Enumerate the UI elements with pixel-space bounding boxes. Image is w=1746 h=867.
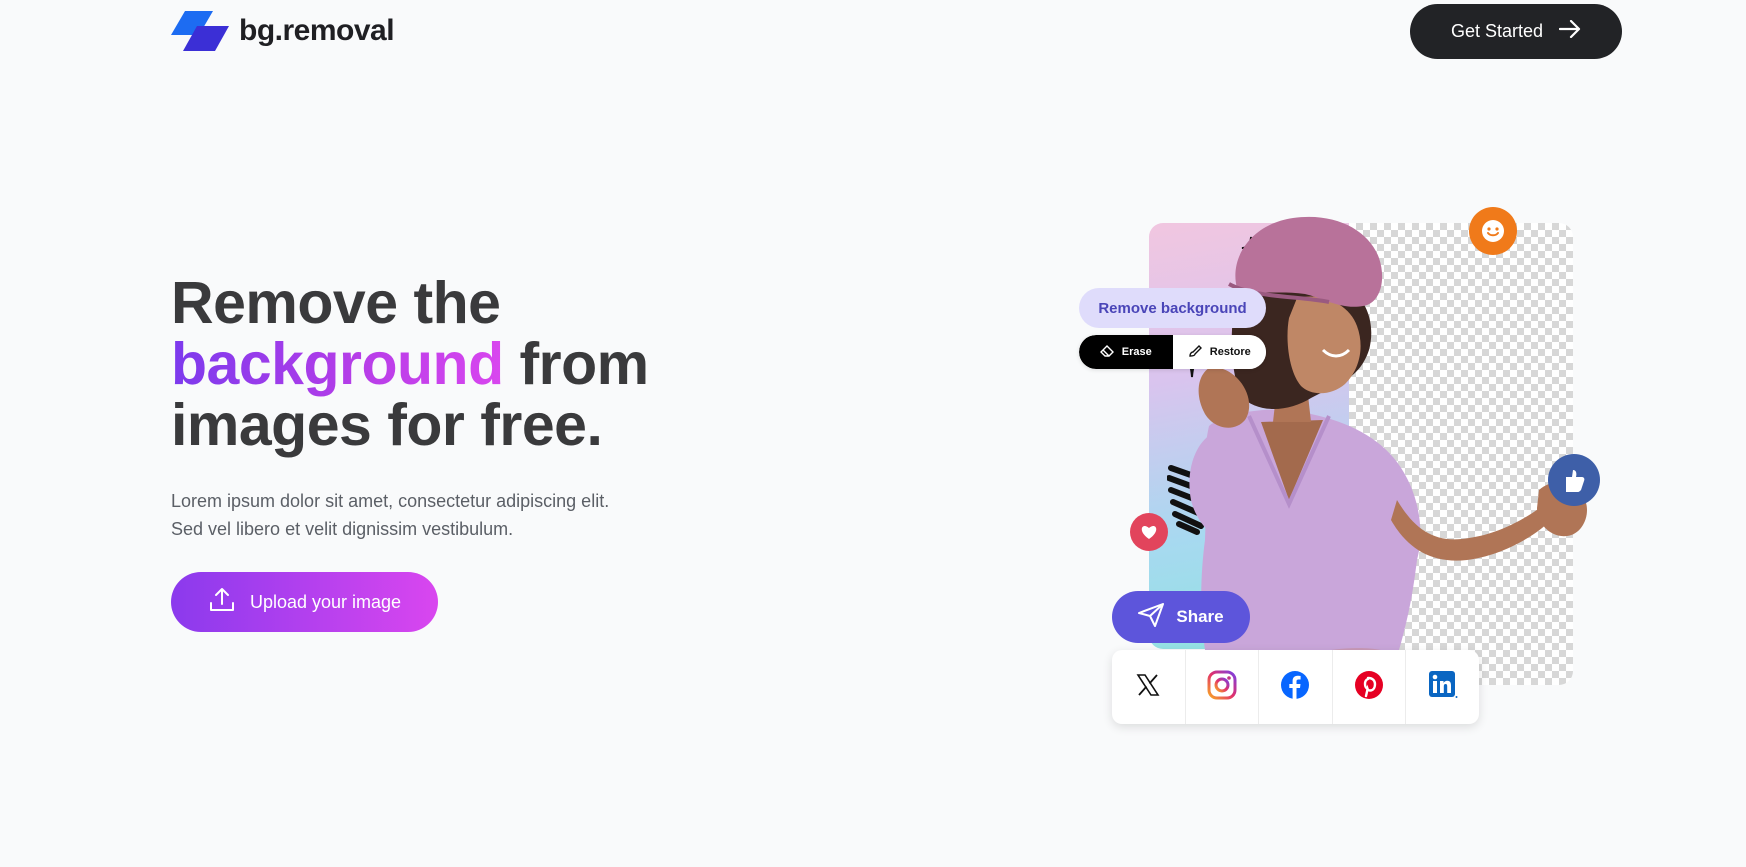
hero-desc-line2: Sed vel libero et velit dignissim vestib… [171, 519, 514, 539]
hero-title-line3: images for free. [171, 392, 603, 458]
logo[interactable]: bg.removal [171, 11, 395, 51]
restore-label: Restore [1209, 346, 1251, 358]
remove-background-button[interactable]: Remove background [1079, 288, 1266, 328]
brush-icon [1188, 344, 1202, 360]
share-facebook-button[interactable] [1259, 650, 1333, 724]
hero-title-line1: Remove the [171, 270, 501, 336]
thumbs-up-bubble-icon [1548, 454, 1600, 506]
social-share-bar [1112, 650, 1479, 724]
upload-icon [208, 586, 236, 619]
share-instagram-button[interactable] [1186, 650, 1260, 724]
erase-label: Erase [1121, 346, 1152, 358]
erase-button[interactable]: Erase [1079, 335, 1173, 369]
share-x-button[interactable] [1112, 650, 1186, 724]
upload-label: Upload your image [249, 591, 402, 612]
arrow-right-icon [1558, 19, 1581, 43]
share-linkedin-button[interactable] [1406, 650, 1479, 724]
share-button[interactable]: Share [1112, 591, 1250, 643]
share-label: Share [1176, 607, 1224, 626]
upload-image-button[interactable]: Upload your image [171, 572, 438, 632]
hero-title-line2: from [503, 331, 650, 397]
erase-restore-toggle: Erase Restore [1079, 335, 1266, 369]
heart-bubble-icon [1130, 513, 1168, 551]
share-pinterest-button[interactable] [1333, 650, 1407, 724]
logo-text: bg.removal [239, 14, 395, 47]
hero-desc-line1: Lorem ipsum dolor sit amet, consectetur … [171, 491, 610, 511]
eraser-icon [1099, 344, 1114, 360]
linkedin-icon [1428, 670, 1458, 705]
facebook-icon [1280, 670, 1310, 705]
get-started-label: Get Started [1450, 21, 1544, 41]
hero-title-highlight: background [171, 331, 504, 397]
smiley-bubble-icon [1469, 207, 1517, 255]
hero-description: Lorem ipsum dolor sit amet, consectetur … [171, 487, 691, 543]
pinterest-icon [1354, 670, 1384, 705]
paper-plane-icon [1138, 602, 1165, 632]
restore-button[interactable]: Restore [1172, 335, 1266, 369]
hero-illustration: Remove background Erase Restore Share [1079, 200, 1619, 730]
logo-mark-icon [171, 11, 229, 51]
x-icon [1136, 673, 1160, 702]
instagram-icon [1207, 670, 1237, 705]
hero-title: Remove the background from images for fr… [171, 273, 731, 456]
get-started-button[interactable]: Get Started [1410, 4, 1622, 59]
